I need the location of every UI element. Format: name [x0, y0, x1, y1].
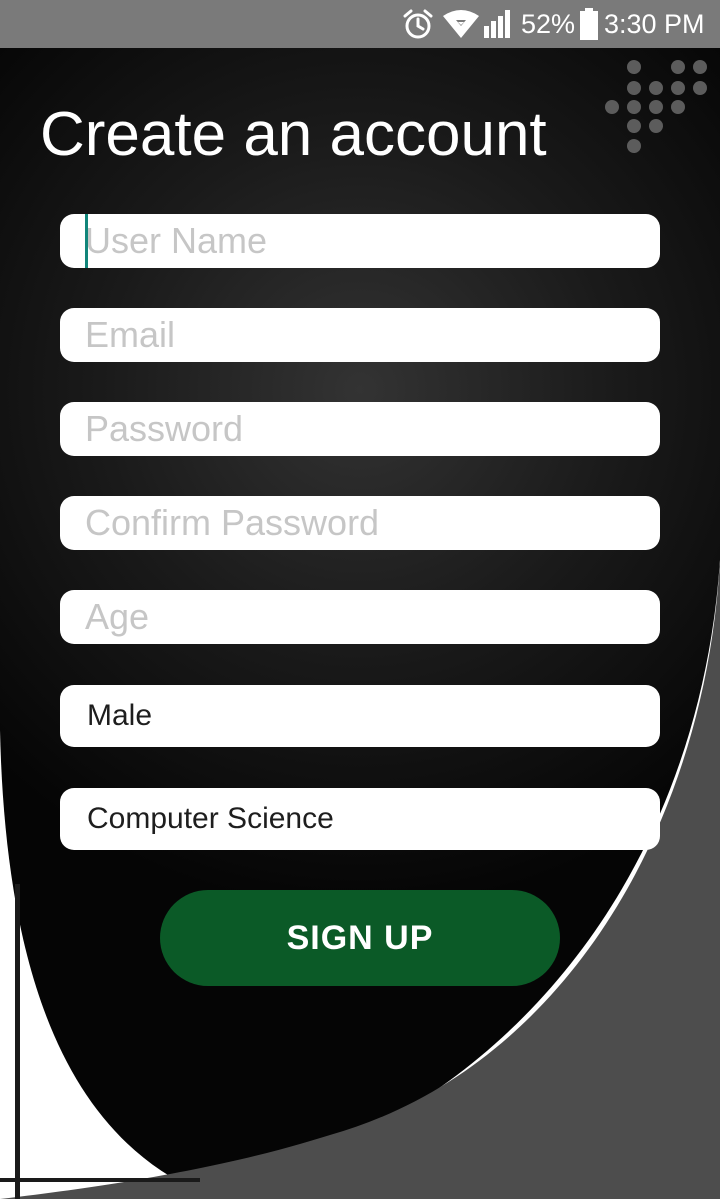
alarm-icon [403, 9, 433, 39]
battery-icon [580, 8, 598, 40]
dots-decoration [605, 60, 707, 153]
wifi-icon [443, 10, 479, 38]
gender-select[interactable]: Male [60, 685, 660, 747]
username-field[interactable] [60, 214, 660, 268]
department-select[interactable]: Computer Science [60, 788, 660, 850]
email-field[interactable] [60, 308, 660, 362]
status-time: 3:30 PM [604, 9, 705, 39]
text-cursor [85, 214, 88, 268]
battery-percent: 52% [521, 9, 576, 39]
sign-up-button[interactable]: SIGN UP [160, 890, 560, 986]
bottom-horizontal-line [0, 1178, 200, 1182]
password-field[interactable] [60, 402, 660, 456]
confirm-password-field[interactable] [60, 496, 660, 550]
screen: 52% 3:30 PM Create an account User Name … [0, 0, 720, 1199]
left-vertical-line [15, 884, 20, 1199]
page-title: Create an account [40, 100, 547, 169]
status-bar: 52% 3:30 PM [0, 0, 720, 48]
signal-icon [484, 10, 510, 38]
age-field[interactable] [60, 590, 660, 644]
